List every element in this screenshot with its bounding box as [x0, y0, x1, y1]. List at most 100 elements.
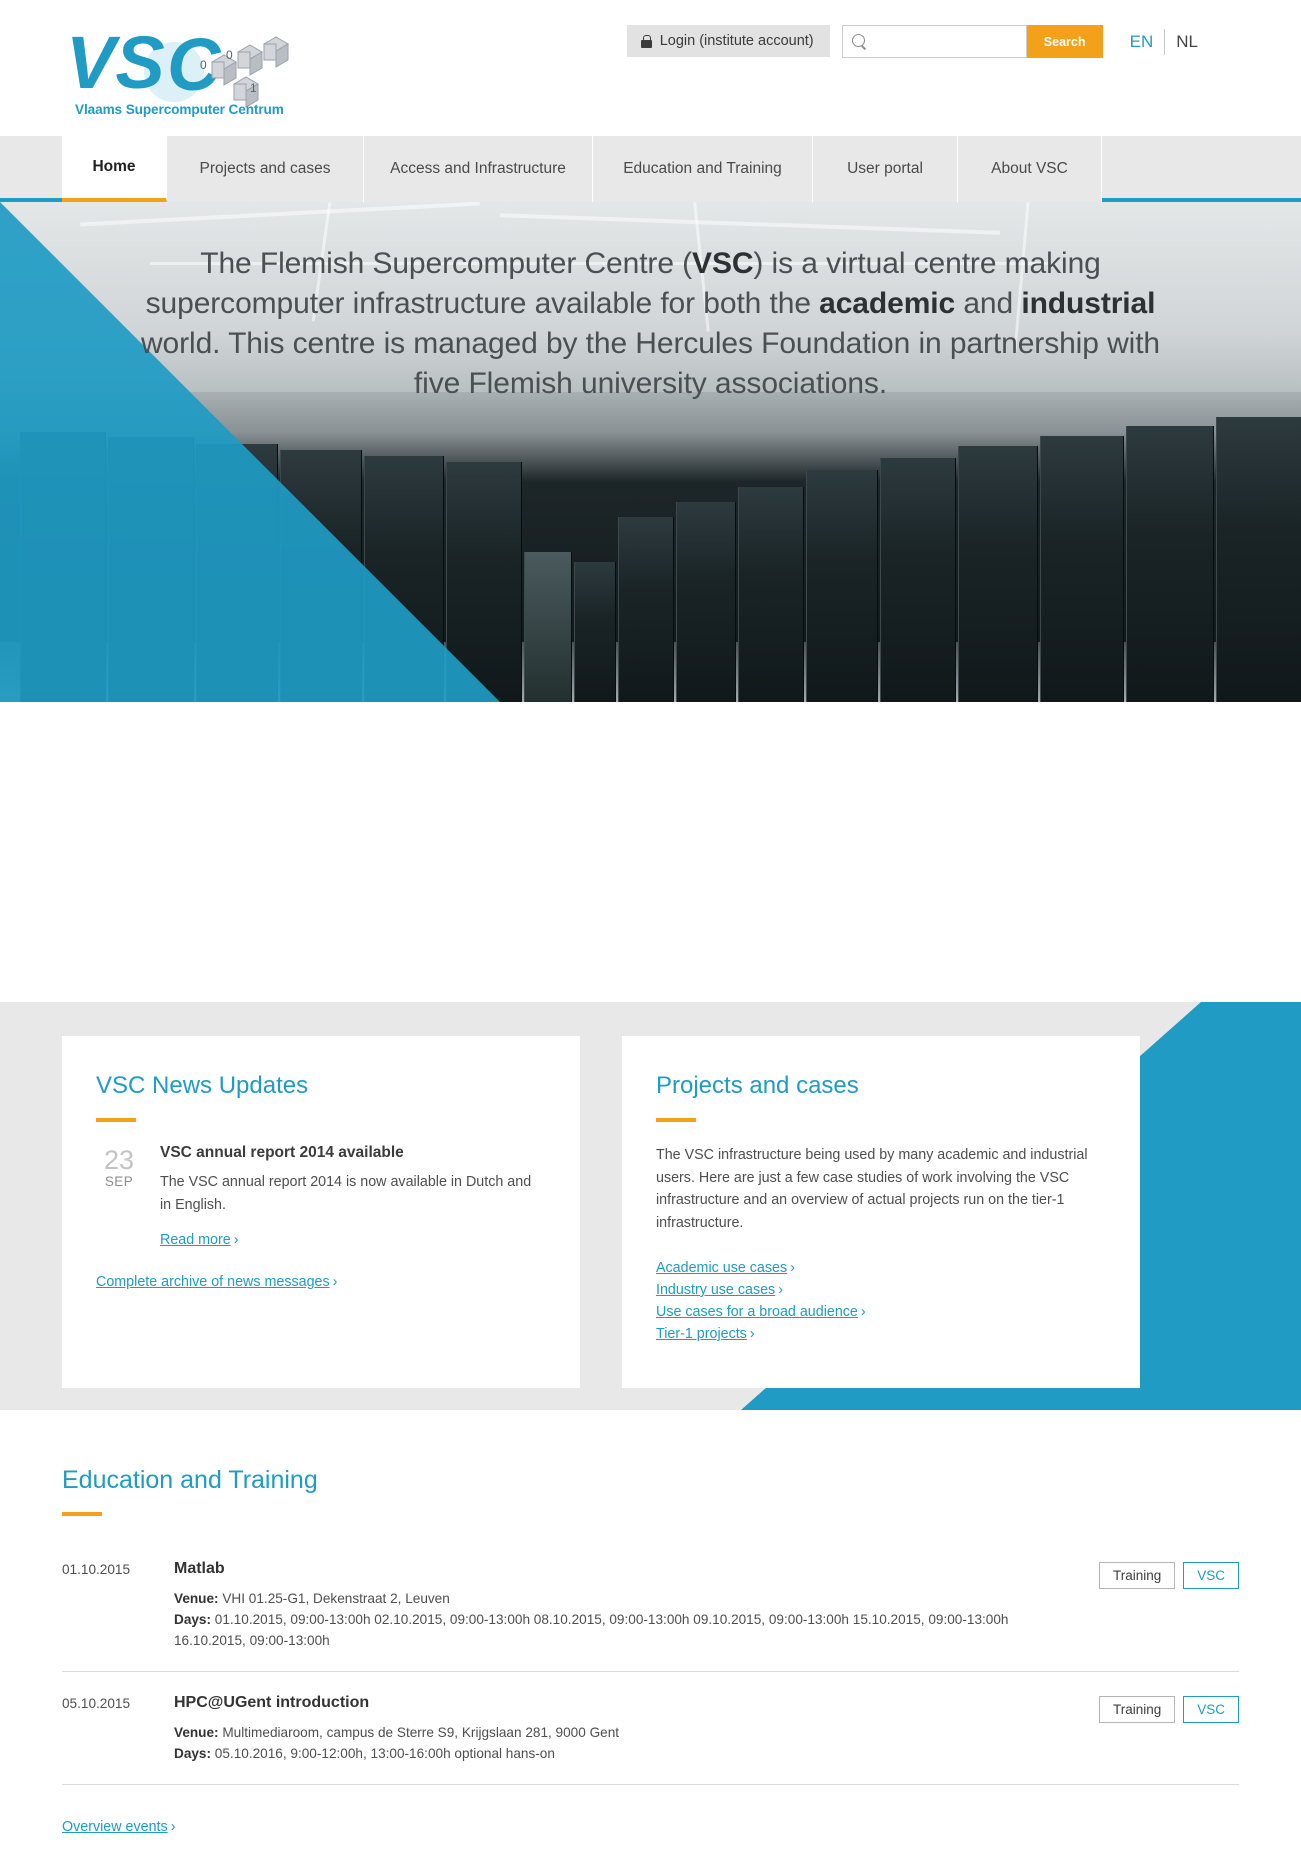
read-more-link[interactable]: Read more ›	[160, 1232, 239, 1248]
nav-label: Home	[92, 158, 136, 175]
projects-links: Academic use cases › Industry use cases › …	[656, 1260, 1106, 1342]
read-more-label: Read more	[160, 1232, 231, 1248]
nav-item-about-vsc[interactable]: About VSC	[958, 136, 1102, 202]
chevron-right-icon: ›	[749, 1326, 755, 1342]
search-button[interactable]: Search	[1026, 25, 1103, 58]
link-industry-use-cases[interactable]: Industry use cases ›	[656, 1282, 1106, 1298]
search-form: Search	[841, 25, 1103, 58]
link-broad-audience-use-cases[interactable]: Use cases for a broad audience ›	[656, 1304, 1106, 1320]
chevron-right-icon: ›	[170, 1819, 176, 1835]
nav-right-spacer	[1102, 136, 1301, 198]
event-title: HPC@UGent introduction	[174, 1694, 370, 1711]
news-month: SEP	[104, 1174, 134, 1189]
chevron-right-icon: ›	[233, 1232, 239, 1248]
panel-news-updates: VSC News Updates 23 SEP VSC annual repor…	[62, 1036, 580, 1388]
mid-content: VSC News Updates 23 SEP VSC annual repor…	[0, 1002, 1301, 1388]
vsc-logo[interactable]: VS C 0 0 1 Vlaams Supercomputer Centrum	[62, 22, 362, 122]
event-tags: Training VSC	[1098, 1694, 1239, 1723]
chevron-right-icon: ›	[332, 1274, 338, 1290]
projects-title: Projects and cases	[656, 1072, 859, 1099]
site-header: VS C 0 0 1 Vlaams Supercomputer Centrum …	[0, 0, 1301, 136]
nav-item-home[interactable]: Home	[62, 136, 167, 202]
event-title: Matlab	[174, 1560, 225, 1577]
page-root: VS C 0 0 1 Vlaams Supercomputer Centrum …	[0, 0, 1301, 1876]
link-label: Industry use cases	[656, 1282, 776, 1298]
days-label: Days:	[174, 1746, 212, 1761]
nav-left-spacer	[0, 136, 62, 198]
hero-bold-vsc: VSC	[692, 247, 754, 280]
event-body: Matlab Venue: VHI 01.25-G1, Dekenstraat …	[174, 1560, 1099, 1651]
event-row[interactable]: 01.10.2015 Matlab Venue: VHI 01.25-G1, D…	[62, 1538, 1239, 1672]
news-title: VSC News Updates	[96, 1072, 309, 1099]
hero-bold-academic: academic	[819, 287, 956, 320]
event-date: 01.10.2015	[62, 1562, 131, 1577]
venue-value: Multimediaroom, campus de Sterre S9, Kri…	[218, 1725, 620, 1740]
event-venue: Venue: VHI 01.25-G1, Dekenstraat 2, Leuv…	[174, 1588, 1079, 1609]
link-academic-use-cases[interactable]: Academic use cases ›	[656, 1260, 1106, 1276]
search-field[interactable]	[841, 25, 1027, 58]
nav-label: Access and Infrastructure	[390, 160, 566, 177]
nav-item-user-portal[interactable]: User portal	[813, 136, 958, 202]
news-archive-link[interactable]: Complete archive of news messages ›	[96, 1274, 337, 1290]
news-date: 23 SEP	[96, 1144, 142, 1249]
tag-training[interactable]: Training	[1098, 1696, 1176, 1723]
event-date: 05.10.2015	[62, 1696, 131, 1711]
svg-text:VS: VS	[66, 22, 165, 104]
accent-rule	[656, 1118, 696, 1122]
venue-label: Venue:	[174, 1591, 219, 1606]
education-title: Education and Training	[62, 1466, 318, 1494]
nav-item-access-and-infrastructure[interactable]: Access and Infrastructure	[364, 136, 593, 202]
news-archive-label: Complete archive of news messages	[96, 1274, 330, 1290]
accent-rule	[62, 1512, 102, 1516]
tag-training[interactable]: Training	[1098, 1562, 1176, 1589]
link-label: Use cases for a broad audience	[656, 1304, 858, 1320]
event-row[interactable]: 05.10.2015 HPC@UGent introduction Venue:…	[62, 1672, 1239, 1785]
chevron-right-icon: ›	[790, 1260, 795, 1276]
hero-text-part: The Flemish Supercomputer Centre (	[200, 247, 693, 280]
cards-overflow-spacer	[0, 702, 1301, 1002]
days-value: 05.10.2016, 9:00-12:00h, 13:00-16:00h op…	[211, 1746, 555, 1761]
days-value: 01.10.2015, 09:00-13:00h 02.10.2015, 09:…	[174, 1612, 1009, 1648]
nav-label: User portal	[847, 160, 923, 177]
event-venue: Venue: Multimediaroom, campus de Sterre …	[174, 1722, 1079, 1743]
link-tier1-projects[interactable]: Tier-1 projects ›	[656, 1326, 1106, 1342]
login-button[interactable]: Login (institute account)	[626, 25, 830, 57]
language-switcher: EN NL	[1119, 25, 1209, 58]
hero-headline: The Flemish Supercomputer Centre (VSC) i…	[0, 244, 1301, 404]
svg-text:0: 0	[226, 48, 233, 62]
news-item: 23 SEP VSC annual report 2014 available …	[96, 1144, 540, 1249]
nav-label: Education and Training	[623, 160, 782, 177]
logo-tagline: Vlaams Supercomputer Centrum	[75, 102, 284, 117]
projects-text: The VSC infrastructure being used by man…	[656, 1147, 1088, 1231]
event-days: Days: 01.10.2015, 09:00-13:00h 02.10.201…	[174, 1609, 1079, 1651]
hero-banner: The Flemish Supercomputer Centre (VSC) i…	[0, 202, 1301, 702]
hero-text-part: and	[955, 287, 1022, 320]
search-icon	[851, 34, 867, 49]
tag-vsc[interactable]: VSC	[1183, 1562, 1239, 1589]
venue-label: Venue:	[174, 1725, 219, 1740]
event-body: HPC@UGent introduction Venue: Multimedia…	[174, 1694, 1099, 1764]
nav-label: Projects and cases	[199, 160, 331, 177]
chevron-right-icon: ›	[778, 1282, 783, 1298]
education-training-section: Education and Training 01.10.2015 Matlab…	[0, 1410, 1301, 1876]
overview-events-label: Overview events	[62, 1819, 168, 1835]
event-days: Days: 05.10.2016, 9:00-12:00h, 13:00-16:…	[174, 1743, 1079, 1764]
link-label: Academic use cases	[656, 1260, 788, 1276]
nav-item-projects-and-cases[interactable]: Projects and cases	[167, 136, 364, 202]
login-label: Login (institute account)	[659, 33, 814, 49]
overview-events-link[interactable]: Overview events ›	[62, 1819, 175, 1835]
nav-label: About VSC	[991, 160, 1068, 177]
news-headline: VSC annual report 2014 available	[160, 1144, 404, 1161]
svg-text:0: 0	[200, 58, 207, 72]
tag-vsc[interactable]: VSC	[1183, 1696, 1239, 1723]
lang-nl[interactable]: NL	[1165, 32, 1209, 52]
lock-icon	[640, 34, 652, 48]
nav-item-education-and-training[interactable]: Education and Training	[593, 136, 813, 202]
search-input[interactable]	[866, 27, 1017, 56]
event-tags: Training VSC	[1098, 1560, 1239, 1589]
news-body: VSC annual report 2014 available The VSC…	[160, 1144, 540, 1249]
accent-rule	[96, 1118, 136, 1122]
hero-text-part: world. This centre is managed by the Her…	[140, 327, 1161, 400]
venue-value: VHI 01.25-G1, Dekenstraat 2, Leuven	[218, 1591, 450, 1606]
lang-en[interactable]: EN	[1119, 32, 1165, 52]
